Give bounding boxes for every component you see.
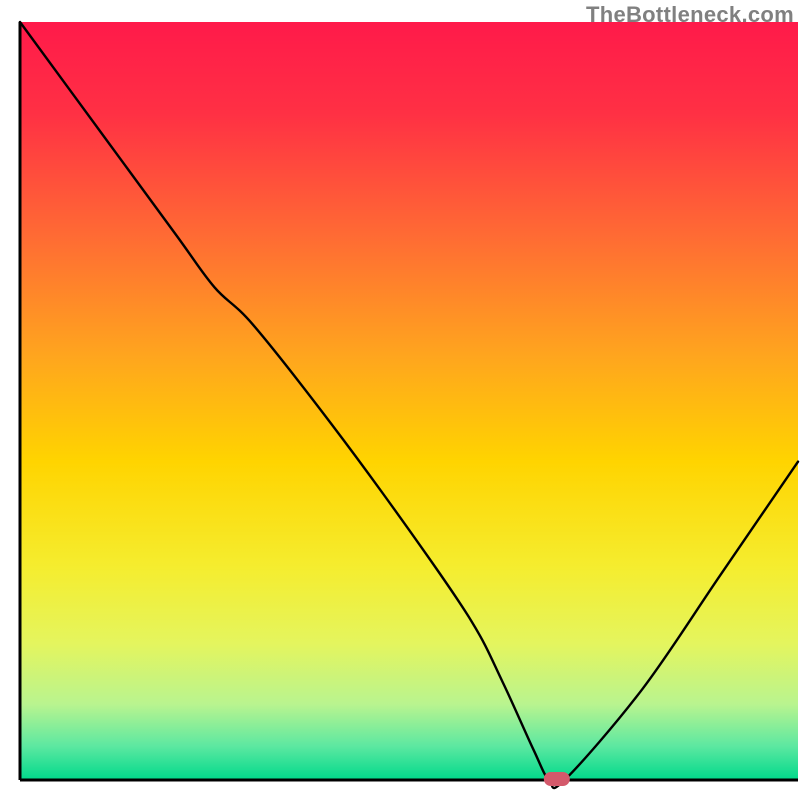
- watermark-text: TheBottleneck.com: [586, 2, 794, 28]
- bottleneck-chart: [0, 0, 800, 800]
- gradient-background: [20, 22, 798, 780]
- optimal-marker: [544, 772, 570, 786]
- chart-container: TheBottleneck.com: [0, 0, 800, 800]
